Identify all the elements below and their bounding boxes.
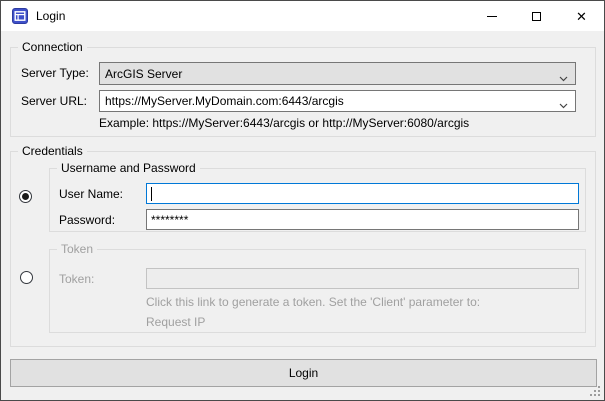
token-groupbox: [49, 249, 586, 333]
caption-buttons: ✕: [469, 1, 604, 31]
password-label: Password:: [59, 213, 115, 227]
chevron-down-icon: [559, 98, 568, 112]
server-type-value: ArcGIS Server: [105, 67, 182, 81]
username-password-radio[interactable]: [19, 190, 32, 203]
connection-group-label: Connection: [18, 40, 87, 54]
login-window: Login ✕ Connection Server Type: ArcGIS S…: [0, 0, 605, 401]
minimize-icon: [487, 16, 497, 17]
login-button[interactable]: Login: [10, 359, 597, 387]
maximize-button[interactable]: [514, 1, 559, 31]
form-icon: [12, 8, 28, 24]
resize-grip-icon[interactable]: [590, 386, 601, 397]
text-cursor: [151, 187, 152, 201]
minimize-button[interactable]: [469, 1, 514, 31]
server-url-label: Server URL:: [21, 94, 87, 108]
username-password-group-label: Username and Password: [57, 161, 200, 175]
maximize-icon: [532, 12, 541, 21]
token-input: [146, 268, 579, 289]
token-radio[interactable]: [20, 271, 33, 284]
server-url-combobox[interactable]: https://MyServer.MyDomain.com:6443/arcgi…: [99, 90, 576, 112]
token-group-label: Token: [57, 242, 97, 256]
chevron-down-icon: [559, 71, 568, 85]
server-type-dropdown[interactable]: ArcGIS Server: [99, 62, 576, 85]
window-title: Login: [36, 1, 65, 31]
close-icon: ✕: [576, 10, 587, 23]
user-name-label: User Name:: [59, 187, 123, 201]
titlebar: Login ✕: [1, 1, 604, 31]
password-input[interactable]: [146, 209, 579, 230]
token-label: Token:: [59, 272, 94, 286]
close-button[interactable]: ✕: [559, 1, 604, 31]
token-request-ip-link[interactable]: Request IP: [146, 315, 205, 329]
server-url-example-text: Example: https://MyServer:6443/arcgis or…: [99, 116, 469, 130]
credentials-group-label: Credentials: [18, 144, 87, 158]
server-url-value: https://MyServer.MyDomain.com:6443/arcgi…: [105, 94, 344, 108]
token-hint-text: Click this link to generate a token. Set…: [146, 295, 480, 309]
user-name-input[interactable]: [146, 183, 579, 204]
login-button-label: Login: [289, 366, 318, 380]
server-type-label: Server Type:: [21, 66, 89, 80]
